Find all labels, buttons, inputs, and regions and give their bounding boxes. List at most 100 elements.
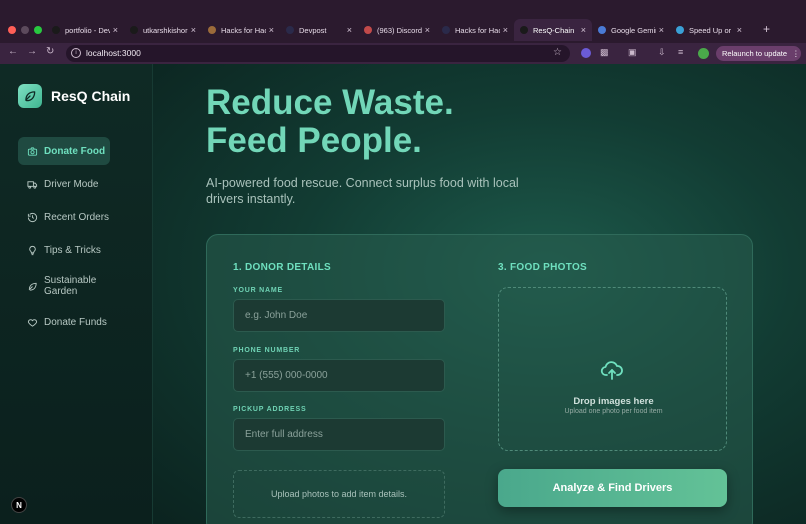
- name-input[interactable]: [233, 299, 445, 332]
- maximize-window-button[interactable]: [34, 26, 42, 34]
- tab-title: Google Gemini: [611, 25, 656, 35]
- tab-favicon-icon: [208, 26, 216, 34]
- sidebar-nav: Donate Food Driver Mode Recent Orders Ti…: [18, 137, 143, 341]
- tab-close-icon[interactable]: ×: [347, 25, 352, 35]
- tab-strip: portfolio - Dev × utkarshkishore × Hacks for…: [46, 19, 748, 41]
- tab-close-icon[interactable]: ×: [269, 25, 274, 35]
- tab-close-icon[interactable]: ×: [581, 25, 586, 35]
- reload-button[interactable]: ↻: [46, 46, 54, 57]
- tab-title: utkarshkishore: [143, 25, 188, 35]
- sidebar: ResQ Chain Donate Food Driver Mode Recen…: [0, 64, 153, 524]
- tab-close-icon[interactable]: ×: [425, 25, 430, 35]
- browser-tab[interactable]: Speed Up or ×: [670, 19, 748, 41]
- leaf-logo-icon: [18, 84, 42, 108]
- tab-title: Speed Up or: [689, 25, 732, 35]
- donation-form-card: 1. DONOR DETAILS YOUR NAME PHONE NUMBER …: [206, 234, 753, 524]
- download-icon[interactable]: ⇩: [658, 47, 666, 58]
- browser-tab[interactable]: Hacks for Hack×: [202, 19, 280, 41]
- tab-favicon-icon: [286, 26, 294, 34]
- history-icon: [26, 212, 38, 223]
- heart-icon: [26, 317, 38, 328]
- sidebar-item-sustainable-garden[interactable]: Sustainable Garden: [18, 269, 143, 303]
- sidebar-item-label: Tips & Tricks: [44, 244, 101, 256]
- sidebar-item-label: Donate Food: [44, 145, 106, 157]
- upload-cloud-icon: [599, 358, 625, 387]
- tab-title: ResQ-Chain: [533, 25, 575, 35]
- phone-input[interactable]: [233, 359, 445, 392]
- dropzone-title: Drop images here: [573, 396, 654, 407]
- forward-button[interactable]: →: [27, 46, 37, 57]
- sidebar-item-label: Sustainable Garden: [44, 275, 97, 297]
- relaunch-button[interactable]: Relaunch to update ⋮: [716, 46, 801, 61]
- brand-name: ResQ Chain: [51, 88, 131, 104]
- bookmark-star-icon[interactable]: ☆: [553, 47, 562, 58]
- image-dropzone[interactable]: Drop images here Upload one photo per fo…: [498, 287, 727, 451]
- browser-tab-bar: portfolio - Dev × utkarshkishore × Hacks for…: [0, 0, 806, 43]
- browser-toolbar: ← → ↻ i localhost:3000 ☆ ▩ ▣ ⇩ ≡ Relaunc…: [0, 43, 806, 64]
- media-control-icon[interactable]: ≡: [678, 47, 683, 57]
- sidebar-item-label: Driver Mode: [44, 178, 99, 190]
- tab-title: Hacks for Hack: [221, 25, 266, 35]
- tab-title: Hacks for Hack: [455, 25, 500, 35]
- item-details-placeholder: Upload photos to add item details.: [233, 470, 445, 518]
- tab-favicon-icon: [676, 26, 684, 34]
- url-text: localhost:3000: [86, 48, 141, 58]
- tab-title: Devpost: [299, 25, 327, 35]
- extensions-icon[interactable]: ▩: [600, 47, 609, 58]
- phone-label: PHONE NUMBER: [233, 347, 301, 354]
- tab-favicon-icon: [52, 26, 60, 34]
- tab-favicon-icon: [598, 26, 606, 34]
- tab-close-icon[interactable]: ×: [659, 25, 664, 35]
- new-tab-button[interactable]: +: [763, 22, 770, 36]
- sidebar-item-donate-food[interactable]: Donate Food: [18, 137, 110, 165]
- sidebar-item-label: Recent Orders: [44, 211, 110, 223]
- hero-subtitle: AI-powered food rescue. Connect surplus …: [206, 176, 519, 206]
- sidebar-item-driver-mode[interactable]: Driver Mode: [18, 170, 143, 198]
- brand[interactable]: ResQ Chain: [18, 84, 130, 108]
- sidebar-item-tips[interactable]: Tips & Tricks: [18, 236, 143, 264]
- tab-favicon-icon: [130, 26, 138, 34]
- camera-icon: [26, 146, 38, 157]
- dev-indicator-badge[interactable]: N: [11, 497, 27, 513]
- analyze-find-drivers-button[interactable]: Analyze & Find Drivers: [498, 469, 727, 507]
- tab-close-icon[interactable]: ×: [737, 25, 742, 35]
- close-window-button[interactable]: [8, 26, 16, 34]
- more-menu-icon[interactable]: ⋮: [792, 49, 800, 58]
- tab-favicon-icon: [520, 26, 528, 34]
- main-content: Reduce Waste. Feed People. AI-powered fo…: [153, 64, 806, 524]
- browser-tab[interactable]: ResQ-Chain ×: [514, 19, 592, 41]
- tab-favicon-icon: [442, 26, 450, 34]
- browser-tab[interactable]: portfolio - Dev ×: [46, 19, 124, 41]
- site-info-icon[interactable]: i: [71, 48, 81, 58]
- hero-title-line1: Reduce Waste.: [206, 83, 454, 122]
- app: ResQ Chain Donate Food Driver Mode Recen…: [0, 64, 806, 524]
- browser-tab[interactable]: Devpost ×: [280, 19, 358, 41]
- profile-extension-icon[interactable]: [581, 48, 591, 58]
- browser-tab[interactable]: Google Gemini×: [592, 19, 670, 41]
- browser-tab[interactable]: Hacks for Hack×: [436, 19, 514, 41]
- tab-close-icon[interactable]: ×: [191, 25, 196, 35]
- sidebar-item-recent-orders[interactable]: Recent Orders: [18, 203, 143, 231]
- food-photos-title: 3. FOOD PHOTOS: [498, 262, 588, 273]
- browser-tab[interactable]: (963) Discord ×: [358, 19, 436, 41]
- relaunch-label: Relaunch to update: [722, 49, 788, 58]
- browser-tab[interactable]: utkarshkishore ×: [124, 19, 202, 41]
- hero-title: Reduce Waste. Feed People.: [206, 84, 454, 160]
- address-label: PICKUP ADDRESS: [233, 406, 307, 413]
- tab-close-icon[interactable]: ×: [503, 25, 508, 35]
- truck-icon: [26, 179, 38, 190]
- sidebar-item-donate-funds[interactable]: Donate Funds: [18, 308, 143, 336]
- tab-favicon-icon: [364, 26, 372, 34]
- address-bar[interactable]: i localhost:3000 ☆: [66, 45, 570, 62]
- donor-details-title: 1. DONOR DETAILS: [233, 262, 331, 273]
- address-input[interactable]: [233, 418, 445, 451]
- minimize-window-button[interactable]: [21, 26, 29, 34]
- dropzone-subtitle: Upload one photo per food item: [564, 408, 663, 415]
- sidebar-item-label: Donate Funds: [44, 316, 107, 328]
- avatar[interactable]: [698, 48, 709, 59]
- tab-search-icon[interactable]: ▣: [628, 47, 637, 58]
- leaf-icon: [26, 281, 38, 292]
- tab-close-icon[interactable]: ×: [113, 25, 118, 35]
- tab-title: (963) Discord: [377, 25, 422, 35]
- back-button[interactable]: ←: [8, 46, 18, 57]
